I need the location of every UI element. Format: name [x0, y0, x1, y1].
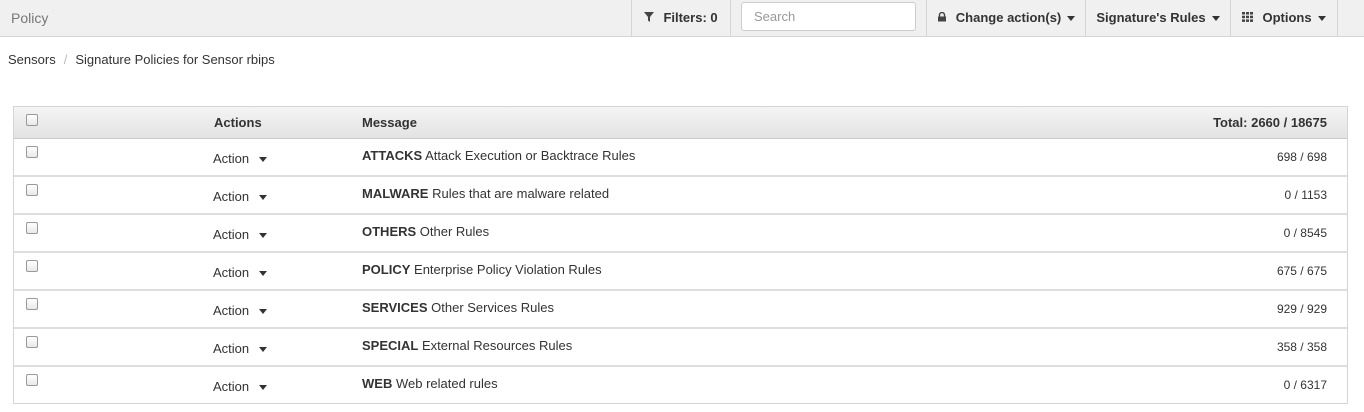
table-row: Action WEB Web related rules 0 / 6317: [14, 367, 1347, 403]
table-row: Action ATTACKS Attack Execution or Backt…: [14, 139, 1347, 177]
row-category: SPECIAL: [362, 338, 419, 353]
lock-icon: [937, 11, 950, 25]
action-dropdown[interactable]: Action: [213, 303, 268, 318]
action-dropdown[interactable]: Action: [213, 341, 268, 356]
row-message: MALWARE Rules that are malware related: [362, 186, 609, 201]
caret-down-icon: [259, 157, 268, 163]
row-category: ATTACKS: [362, 148, 423, 163]
filters-button[interactable]: Filters: 0: [631, 0, 730, 36]
row-description: Attack Execution or Backtrace Rules: [425, 148, 636, 163]
row-count: 0 / 6317: [1283, 378, 1327, 392]
action-label: Action: [213, 379, 250, 394]
row-checkbox[interactable]: [26, 260, 38, 272]
grid-icon: [1242, 12, 1256, 25]
action-label: Action: [213, 341, 250, 356]
action-dropdown[interactable]: Action: [213, 227, 268, 242]
caret-down-icon: [1211, 16, 1220, 22]
table-row: Action SERVICES Other Services Rules 929…: [14, 291, 1347, 329]
caret-down-icon: [259, 309, 268, 315]
row-category: OTHERS: [362, 224, 417, 239]
row-count: 698 / 698: [1276, 150, 1327, 164]
row-count: 0 / 8545: [1283, 226, 1327, 240]
row-count: 675 / 675: [1276, 264, 1327, 278]
caret-down-icon: [259, 195, 268, 201]
caret-down-icon: [259, 347, 268, 353]
caret-down-icon: [1067, 16, 1076, 22]
row-checkbox[interactable]: [26, 298, 38, 310]
header-total: Total: 2660 / 18675: [1213, 115, 1327, 130]
table-row: Action MALWARE Rules that are malware re…: [14, 177, 1347, 215]
row-message: SERVICES Other Services Rules: [362, 300, 554, 315]
search-container: [730, 0, 926, 36]
row-checkbox[interactable]: [26, 184, 38, 196]
signature-rules-button[interactable]: Signature's Rules: [1085, 0, 1230, 36]
row-category: POLICY: [362, 262, 411, 277]
change-actions-button[interactable]: Change action(s): [926, 0, 1085, 36]
caret-down-icon: [1317, 16, 1326, 22]
action-dropdown[interactable]: Action: [213, 265, 268, 280]
action-label: Action: [213, 227, 250, 242]
row-category: MALWARE: [362, 186, 429, 201]
row-checkbox[interactable]: [26, 146, 38, 158]
action-label: Action: [213, 303, 250, 318]
header-message: Message: [362, 115, 417, 130]
action-label: Action: [213, 151, 250, 166]
breadcrumb-separator: /: [63, 52, 68, 67]
row-message: WEB Web related rules: [362, 376, 498, 391]
action-dropdown[interactable]: Action: [213, 151, 268, 166]
row-message: POLICY Enterprise Policy Violation Rules: [362, 262, 602, 277]
action-label: Action: [213, 189, 250, 204]
row-description: Rules that are malware related: [432, 186, 610, 201]
change-actions-label: Change action(s): [955, 10, 1062, 25]
breadcrumb: Sensors / Signature Policies for Sensor rb…: [8, 52, 275, 67]
row-description: Other Services Rules: [431, 300, 554, 315]
filter-icon: [644, 12, 657, 25]
caret-down-icon: [259, 385, 268, 391]
breadcrumb-sensors-link[interactable]: Sensors: [8, 52, 56, 67]
table-row: Action OTHERS Other Rules 0 / 8545: [14, 215, 1347, 253]
signature-policies-table: Actions Message Total: 2660 / 18675 Acti…: [13, 106, 1348, 404]
row-message: SPECIAL External Resources Rules: [362, 338, 572, 353]
filters-label: Filters: 0: [663, 10, 718, 25]
action-label: Action: [213, 265, 250, 280]
row-category: WEB: [362, 376, 393, 391]
app-title: Policy: [11, 10, 49, 26]
breadcrumb-current: Signature Policies for Sensor rbips: [75, 52, 275, 67]
caret-down-icon: [259, 271, 268, 277]
row-checkbox[interactable]: [26, 222, 38, 234]
signature-rules-label: Signature's Rules: [1096, 10, 1206, 25]
search-input[interactable]: [741, 2, 916, 31]
row-count: 358 / 358: [1276, 340, 1327, 354]
action-dropdown[interactable]: Action: [213, 189, 268, 204]
row-count: 0 / 1153: [1284, 188, 1327, 202]
row-checkbox[interactable]: [26, 374, 38, 386]
row-count: 929 / 929: [1276, 302, 1327, 316]
row-checkbox[interactable]: [26, 336, 38, 348]
row-description: Web related rules: [395, 376, 498, 391]
caret-down-icon: [259, 233, 268, 239]
top-toolbar: Policy Filters: 0 Change action(s) Signa…: [0, 0, 1364, 37]
row-description: Other Rules: [419, 224, 490, 239]
select-all-checkbox[interactable]: [26, 114, 38, 126]
action-dropdown[interactable]: Action: [213, 379, 268, 394]
options-button[interactable]: Options: [1230, 0, 1338, 36]
table-row: Action POLICY Enterprise Policy Violatio…: [14, 253, 1347, 291]
row-message: ATTACKS Attack Execution or Backtrace Ru…: [362, 148, 635, 163]
row-description: Enterprise Policy Violation Rules: [414, 262, 602, 277]
row-message: OTHERS Other Rules: [362, 224, 489, 239]
options-label: Options: [1262, 10, 1312, 25]
table-header: Actions Message Total: 2660 / 18675: [14, 107, 1347, 139]
row-category: SERVICES: [362, 300, 428, 315]
row-description: External Resources Rules: [421, 338, 573, 353]
header-actions: Actions: [214, 115, 262, 130]
table-row: Action SPECIAL External Resources Rules …: [14, 329, 1347, 367]
